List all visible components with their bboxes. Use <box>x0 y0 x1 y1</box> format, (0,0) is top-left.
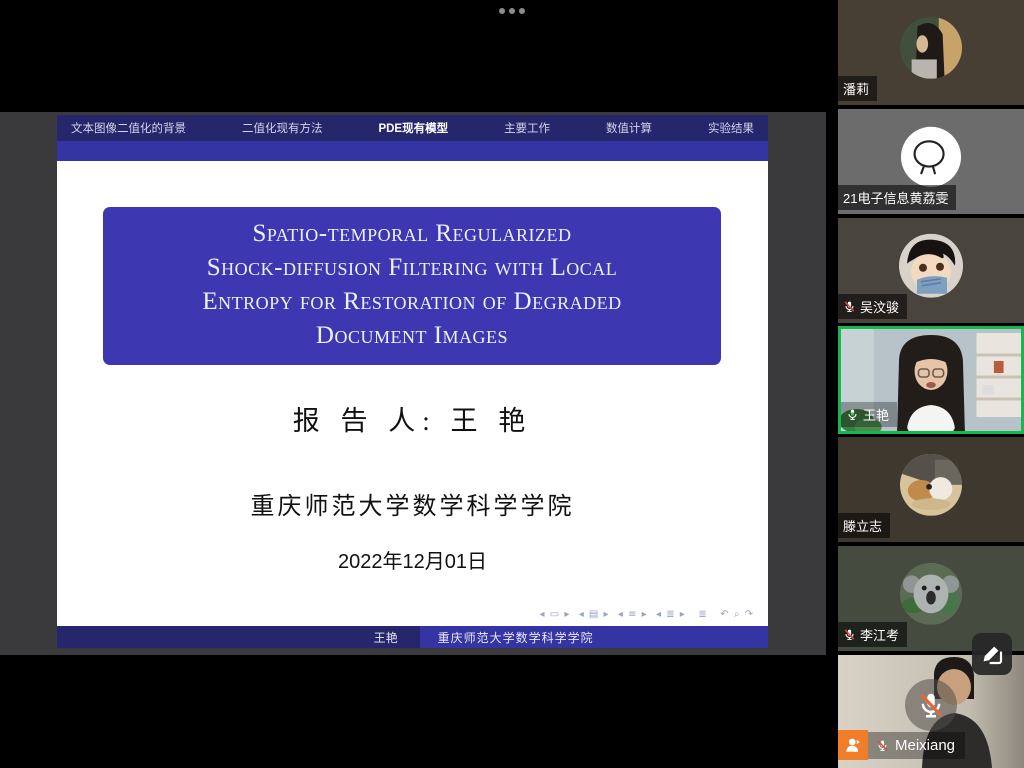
shared-screen-area: 文本图像二值化的背景 二值化现有方法 PDE现有模型 主要工作 数值计算 实验结… <box>0 112 826 655</box>
participant-name-label: 王艳 <box>841 402 897 427</box>
nav-item-background: 文本图像二值化的背景 <box>71 120 186 136</box>
active-mic-icon <box>846 408 859 421</box>
participant-tile[interactable]: 21电子信息黄荔雯 <box>838 109 1024 214</box>
participant-tile[interactable]: 潘莉 <box>838 0 1024 105</box>
nav-item-pde-models: PDE现有模型 <box>378 120 448 136</box>
muted-mic-icon <box>843 628 856 641</box>
date-line: 2022年12月01日 <box>57 545 768 574</box>
avatar <box>900 16 962 83</box>
title-line: Shock-diffusion Filtering with Local <box>103 251 721 285</box>
more-options-handle[interactable] <box>499 8 525 14</box>
dot-icon <box>509 8 515 14</box>
muted-mic-icon <box>843 300 856 313</box>
nav-item-main-work: 主要工作 <box>504 120 550 136</box>
slide-subnav-bar <box>57 141 768 161</box>
footer-author: 王艳 <box>57 626 420 648</box>
slide-section-nav: 文本图像二值化的背景 二值化现有方法 PDE现有模型 主要工作 数值计算 实验结… <box>57 115 768 141</box>
dot-icon <box>519 8 525 14</box>
speech-bubble-avatar <box>900 125 962 192</box>
avatar <box>900 453 962 520</box>
muted-mic-overlay-icon <box>905 679 957 731</box>
beamer-navigation-icons: ◂ ▭ ▸ ◂ ▤ ▸ ◂ ≡ ▸ ◂ ≣ ▸ ≣ ↶ ⌕ ↷ <box>540 609 754 620</box>
muted-mic-icon <box>876 739 889 752</box>
participant-tile[interactable]: 滕立志 <box>838 437 1024 542</box>
participant-tile-active-speaker[interactable]: 王艳 <box>838 326 1024 434</box>
footer-institution: 重庆师范大学数学科学学院 <box>420 626 768 648</box>
title-line: Spatio-temporal Regularized <box>103 217 721 251</box>
participant-name-label: 李江考 <box>838 622 907 647</box>
annotate-button[interactable] <box>972 633 1012 675</box>
participant-status-badge <box>838 730 868 760</box>
slide-footer: 王艳 重庆师范大学数学科学学院 <box>57 626 768 648</box>
nav-item-methods: 二值化现有方法 <box>242 120 323 136</box>
presentation-slide: 文本图像二值化的背景 二值化现有方法 PDE现有模型 主要工作 数值计算 实验结… <box>57 115 768 648</box>
nav-item-experiments: 实验结果 <box>708 120 754 136</box>
participant-name-label: 21电子信息黄荔雯 <box>838 185 956 210</box>
slide-body: Spatio-temporal Regularized Shock-diffus… <box>57 161 768 626</box>
participant-name-label: 潘莉 <box>838 76 877 101</box>
dot-icon <box>499 8 505 14</box>
slide-title-box: Spatio-temporal Regularized Shock-diffus… <box>103 207 721 365</box>
presenter-line: 报 告 人: 王 艳 <box>57 399 768 438</box>
nav-item-numerics: 数值计算 <box>606 120 652 136</box>
participant-name-label: 滕立志 <box>838 513 890 538</box>
participant-name-label: 吴汶骏 <box>838 294 907 319</box>
title-line: Document Images <box>103 319 721 353</box>
institution-line: 重庆师范大学数学科学学院 <box>57 486 768 521</box>
avatar <box>900 562 962 629</box>
participant-tile[interactable]: 吴汶骏 <box>838 218 1024 323</box>
avatar <box>899 233 963 302</box>
title-line: Entropy for Restoration of Degraded <box>103 285 721 319</box>
participant-name-label: Meixiang <box>868 732 965 759</box>
pen-icon <box>980 642 1004 666</box>
